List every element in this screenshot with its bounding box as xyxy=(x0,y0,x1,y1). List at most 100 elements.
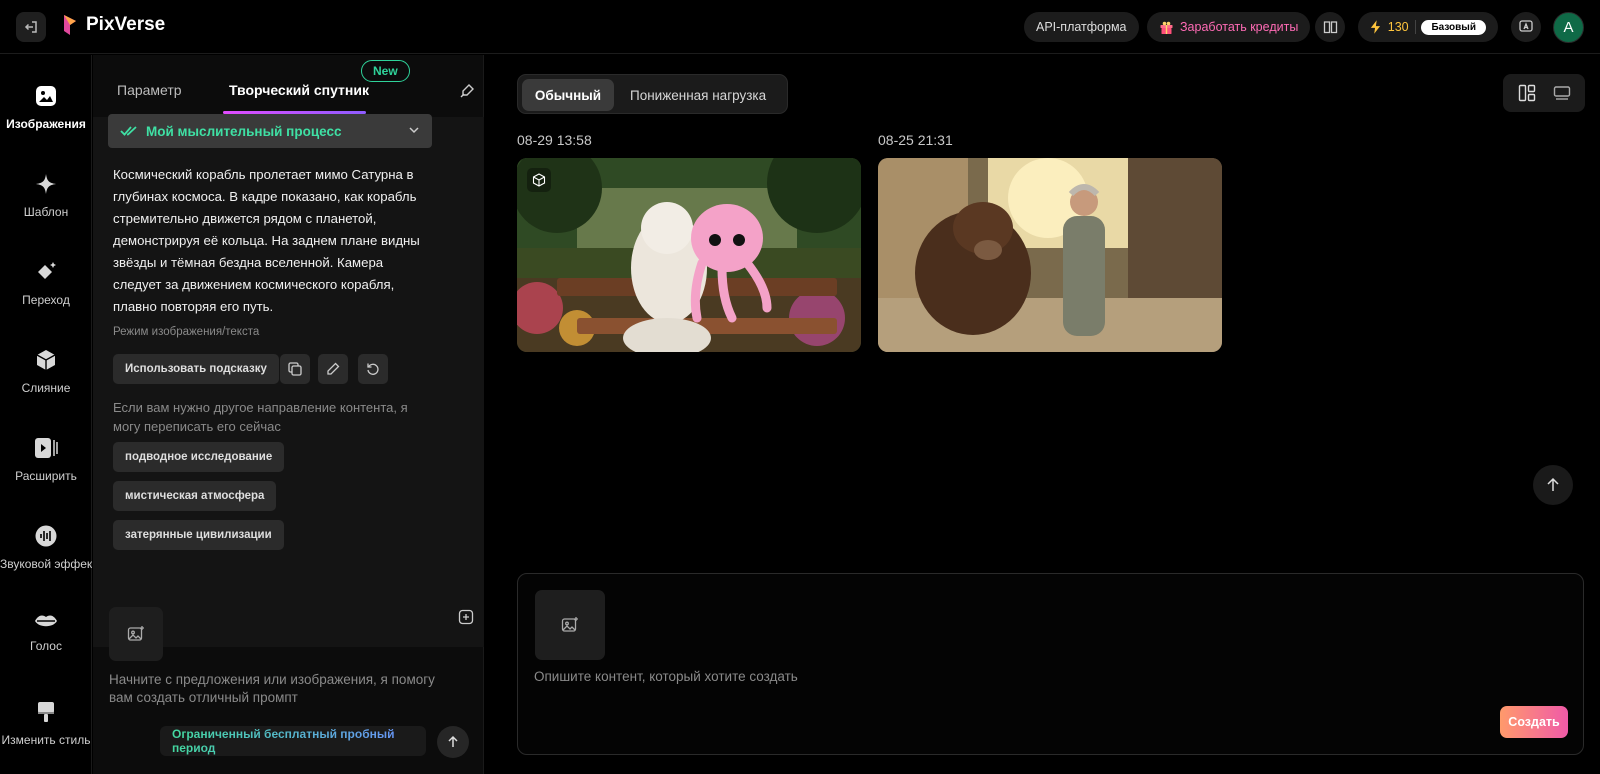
sidebar-item-template[interactable]: Шаблон xyxy=(0,173,92,219)
earn-credits-button[interactable]: Заработать кредиты xyxy=(1147,12,1311,42)
image-icon xyxy=(36,86,56,106)
logo[interactable]: PixVerse xyxy=(62,14,165,36)
thinking-process-toggle[interactable]: Мой мыслительный процесс xyxy=(108,114,432,148)
chevron-down-icon xyxy=(409,127,419,134)
book-icon xyxy=(1323,21,1337,34)
add-image-icon xyxy=(127,626,144,641)
translate-button[interactable] xyxy=(1511,12,1541,42)
use-prompt-label: Использовать подсказку xyxy=(125,363,267,375)
scroll-to-top-button[interactable] xyxy=(1533,465,1573,505)
transition-icon xyxy=(38,262,56,279)
new-chat-icon[interactable] xyxy=(458,609,474,625)
generation-date: 08-25 21:31 xyxy=(878,132,953,148)
exit-button[interactable] xyxy=(16,12,46,42)
sidebar-item-voice[interactable]: Голос xyxy=(0,613,92,653)
tab-parameter[interactable]: Параметр xyxy=(117,82,182,98)
grid-view-icon[interactable] xyxy=(1518,84,1536,102)
sparkle-icon xyxy=(36,174,56,194)
model-badge xyxy=(527,168,551,192)
generated-image-bear-woman[interactable] xyxy=(878,158,1222,352)
double-check-icon xyxy=(120,126,137,136)
generated-image-bust-squid[interactable] xyxy=(517,158,861,352)
clear-brush-icon[interactable] xyxy=(459,83,475,99)
free-trial-label: Ограниченный бесплатный пробный период xyxy=(172,727,426,755)
edit-button[interactable] xyxy=(318,354,348,384)
create-button[interactable]: Создать xyxy=(1500,706,1568,738)
sidebar-item-label: Переход xyxy=(22,293,70,307)
sidebar-item-images[interactable]: Изображения xyxy=(0,85,92,131)
mode-label: Режим изображения/текста xyxy=(113,326,260,338)
sidebar-item-label: Изображения xyxy=(6,117,86,131)
plan-badge: Базовый xyxy=(1421,19,1486,35)
upload-image-button[interactable] xyxy=(535,590,605,660)
free-trial-badge: Ограниченный бесплатный пробный период xyxy=(160,726,426,756)
bust-squid-image xyxy=(517,158,861,352)
sidebar-item-sound-effect[interactable]: Звуковой эффект xyxy=(0,525,92,571)
panel-prompt-input[interactable]: Начните с предложения или изображения, я… xyxy=(109,671,459,707)
exit-icon xyxy=(24,21,37,33)
arrow-up-icon xyxy=(1547,477,1559,491)
sidebar-item-label: Голос xyxy=(30,639,62,653)
sidebar-item-label: Расширить xyxy=(15,469,77,483)
panel-send-button[interactable] xyxy=(437,726,469,758)
suggestion-chip[interactable]: мистическая атмосфера xyxy=(113,481,277,511)
top-bar: PixVerse API-платформа Заработать кредит… xyxy=(0,0,1600,54)
docs-button[interactable] xyxy=(1315,12,1345,42)
sidebar-item-label: Шаблон xyxy=(23,205,69,219)
segment-low-load[interactable]: Пониженная нагрузка xyxy=(630,79,766,111)
video-extend-icon xyxy=(35,438,58,458)
panel-upload-image-button[interactable] xyxy=(109,607,163,661)
avatar[interactable]: A xyxy=(1553,12,1584,43)
credits-count: 130 xyxy=(1387,20,1409,34)
cube-icon xyxy=(532,173,546,187)
conversation-area: Мой мыслительный процесс Космический кор… xyxy=(93,114,484,647)
thinking-process-label: Мой мыслительный процесс xyxy=(146,123,342,139)
credits-pill[interactable]: 130 Базовый xyxy=(1358,12,1498,42)
pencil-icon xyxy=(327,362,340,375)
creative-panel: Параметр Творческий спутник New Мой мысл… xyxy=(93,55,484,774)
brush-icon xyxy=(38,702,54,722)
app-name: PixVerse xyxy=(86,14,166,35)
prompt-composer: Опишите контент, который хотите создать … xyxy=(517,573,1584,755)
view-toggle xyxy=(1503,74,1585,112)
divider xyxy=(1414,20,1416,34)
add-image-icon xyxy=(561,617,578,632)
sidebar-item-label: Слияние xyxy=(21,381,71,395)
sidebar: Изображения Шаблон Переход Слияние Расши… xyxy=(0,55,92,774)
use-prompt-button[interactable]: Использовать подсказку xyxy=(113,354,279,384)
earn-credits-label: Заработать кредиты xyxy=(1180,20,1299,34)
cube-icon xyxy=(36,350,56,370)
sidebar-item-restyle[interactable]: Изменить стиль xyxy=(0,701,92,747)
sidebar-item-extend[interactable]: Расширить xyxy=(0,437,92,483)
copy-button[interactable] xyxy=(280,354,310,384)
suggestion-label: подводное исследование xyxy=(125,451,273,463)
sidebar-item-transition[interactable]: Переход xyxy=(0,261,92,307)
suggestion-chip[interactable]: затерянные цивилизации xyxy=(113,520,284,550)
pixverse-logo-icon xyxy=(64,15,76,35)
list-view-icon[interactable] xyxy=(1553,84,1571,102)
lightning-icon xyxy=(1370,20,1381,34)
segment-normal[interactable]: Обычный xyxy=(522,79,614,111)
lips-icon xyxy=(35,615,57,627)
tab-creative-companion[interactable]: Творческий спутник xyxy=(229,82,369,98)
refresh-icon xyxy=(367,363,379,375)
sidebar-item-merge[interactable]: Слияние xyxy=(0,349,92,395)
sidebar-item-label: Изменить стиль xyxy=(1,733,91,747)
mode-switch: Обычный Пониженная нагрузка xyxy=(517,74,788,114)
translate-icon xyxy=(1519,20,1533,32)
copy-icon xyxy=(288,362,302,376)
suggestion-label: затерянные цивилизации xyxy=(125,529,272,541)
regenerate-button[interactable] xyxy=(358,354,388,384)
audio-wave-icon xyxy=(35,525,57,547)
suggestion-label: мистическая атмосфера xyxy=(125,490,265,502)
api-platform-label: API-платформа xyxy=(1036,20,1127,34)
rewrite-hint: Если вам нужно другое направление контен… xyxy=(113,400,408,434)
new-badge: New xyxy=(361,60,410,82)
sidebar-item-label: Звуковой эффект xyxy=(0,557,92,571)
gift-icon xyxy=(1160,21,1173,34)
prompt-input[interactable]: Опишите контент, который хотите создать xyxy=(534,669,798,684)
api-platform-button[interactable]: API-платформа xyxy=(1024,12,1139,42)
bear-woman-image xyxy=(878,158,1222,352)
generated-description: Космический корабль пролетает мимо Сатур… xyxy=(113,167,420,314)
suggestion-chip[interactable]: подводное исследование xyxy=(113,442,285,472)
